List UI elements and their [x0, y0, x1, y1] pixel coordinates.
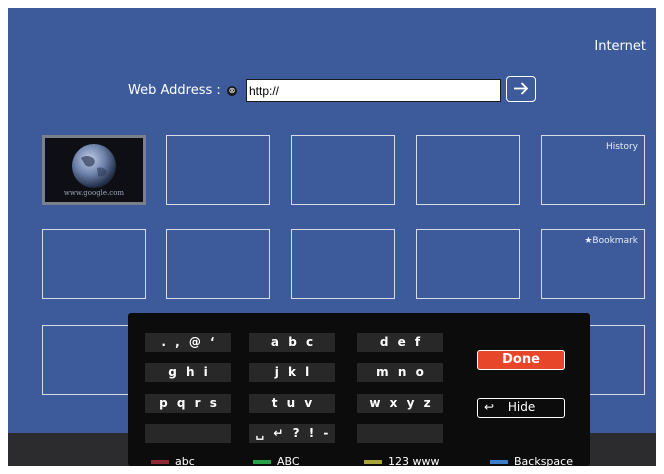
- virtual-keyboard: . , @ ‘ a b c d e f g h i j k l m n o p …: [128, 313, 590, 466]
- tile-empty[interactable]: [291, 135, 395, 205]
- key-blank[interactable]: [357, 424, 443, 443]
- hint-upper-abc-label: ABC: [277, 455, 300, 466]
- key-abc[interactable]: a b c: [249, 333, 335, 352]
- hide-button[interactable]: ↩ Hide: [477, 398, 565, 418]
- tile-empty[interactable]: [166, 229, 270, 299]
- hint-numbers: 123 www: [364, 455, 439, 466]
- key-pqrs[interactable]: p q r s: [145, 394, 231, 413]
- browser-screen: Internet Web Address : ⊗ www.google.com: [8, 8, 656, 466]
- bookmark-label: ★Bookmark: [584, 236, 638, 246]
- tile-history[interactable]: History: [541, 135, 645, 205]
- hide-label: Hide: [507, 400, 536, 414]
- tile-empty[interactable]: [416, 135, 520, 205]
- done-button[interactable]: Done: [477, 350, 565, 370]
- green-key-swatch: [253, 460, 271, 464]
- history-label: History: [605, 142, 638, 152]
- globe-icon: www.google.com: [64, 144, 125, 197]
- clear-icon[interactable]: ⊗: [227, 86, 237, 96]
- key-wxyz[interactable]: w x y z: [357, 394, 443, 413]
- web-address-label: Web Address :: [128, 83, 221, 98]
- hint-upper-abc: ABC: [253, 455, 300, 466]
- go-button[interactable]: [506, 76, 536, 102]
- hint-backspace: Backspace: [490, 455, 573, 466]
- key-ghi[interactable]: g h i: [145, 363, 231, 382]
- key-def[interactable]: d e f: [357, 333, 443, 352]
- key-punctuation[interactable]: . , @ ‘: [145, 333, 231, 352]
- tile-empty[interactable]: [416, 229, 520, 299]
- hint-numbers-label: 123 www: [388, 455, 440, 466]
- key-mno[interactable]: m n o: [357, 363, 443, 382]
- key-blank[interactable]: [145, 424, 231, 443]
- return-icon: ↩: [484, 400, 495, 414]
- tile-empty[interactable]: [42, 229, 146, 299]
- blue-key-swatch: [490, 460, 508, 464]
- arrow-right-icon: [514, 82, 529, 95]
- app-title: Internet: [594, 39, 646, 54]
- key-tuv[interactable]: t u v: [249, 394, 335, 413]
- hint-backspace-label: Backspace: [514, 455, 573, 466]
- tile-google-thumbnail[interactable]: www.google.com: [42, 135, 146, 205]
- yellow-key-swatch: [364, 460, 382, 464]
- hint-abc: abc: [151, 455, 195, 466]
- tile-bookmark[interactable]: ★Bookmark: [541, 229, 645, 299]
- tile-empty[interactable]: [291, 229, 395, 299]
- tile-empty[interactable]: [166, 135, 270, 205]
- web-address-input[interactable]: [246, 79, 501, 102]
- red-key-swatch: [151, 460, 169, 464]
- thumb-caption: www.google.com: [64, 189, 125, 197]
- key-jkl[interactable]: j k l: [249, 363, 335, 382]
- key-space-symbols[interactable]: ␣ ↵ ? ! -: [249, 424, 335, 443]
- hint-abc-label: abc: [175, 455, 195, 466]
